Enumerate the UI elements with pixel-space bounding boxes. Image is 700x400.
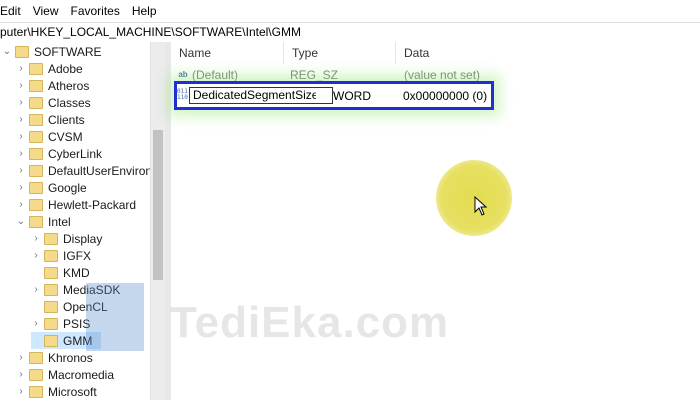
chevron-right-icon[interactable]: › (16, 182, 26, 193)
menu-edit[interactable]: Edit (0, 0, 27, 22)
tree-node-kmd[interactable]: KMD (31, 264, 90, 281)
folder-icon (29, 385, 43, 398)
tree-node-cvsm[interactable]: › CVSM (16, 128, 82, 145)
menu-favorites[interactable]: Favorites (64, 0, 125, 22)
tree-node-intel[interactable]: ⌄ Intel (16, 213, 71, 230)
chevron-right-icon[interactable]: › (31, 318, 41, 329)
chevron-right-icon[interactable]: › (16, 63, 26, 74)
chevron-right-icon[interactable]: › (31, 233, 41, 244)
watermark-text: TediEka.com (170, 298, 450, 347)
chevron-right-icon[interactable]: › (16, 352, 26, 363)
scrollbar-thumb[interactable] (153, 130, 163, 280)
folder-icon (44, 317, 58, 330)
folder-icon (29, 215, 43, 228)
folder-icon (29, 181, 43, 194)
column-header-name[interactable]: Name (171, 42, 284, 64)
chevron-down-icon[interactable]: ⌄ (2, 46, 12, 57)
folder-icon (29, 113, 43, 126)
column-header-data[interactable]: Data (396, 42, 700, 64)
folder-icon (29, 351, 43, 364)
chevron-right-icon[interactable]: › (16, 165, 26, 176)
tree-node-adobe[interactable]: › Adobe (16, 60, 82, 77)
chevron-right-icon[interactable]: › (16, 386, 26, 397)
folder-icon (44, 232, 58, 245)
chevron-down-icon[interactable]: ⌄ (16, 216, 26, 227)
folder-icon (44, 249, 58, 262)
folder-icon (44, 334, 58, 347)
rename-input-end (318, 87, 333, 104)
folder-icon (29, 147, 43, 160)
string-value-icon: ab (178, 70, 188, 79)
folder-icon (15, 45, 29, 58)
tree-node-microsoft[interactable]: › Microsoft (16, 383, 96, 400)
chevron-right-icon[interactable]: › (16, 97, 26, 108)
folder-icon (29, 62, 43, 75)
tree-node-software[interactable]: ⌄ SOFTWARE (2, 43, 102, 60)
folder-icon (29, 130, 43, 143)
tree-node-igfx[interactable]: › IGFX (31, 247, 91, 264)
chevron-right-icon[interactable]: › (16, 199, 26, 210)
chevron-right-icon[interactable]: › (16, 148, 26, 159)
value-row-dedicatedsegmentsize[interactable]: 011110 WORD 0x00000000 (0) (177, 84, 491, 107)
value-type: WORD (333, 88, 371, 103)
tree-node-atheros[interactable]: › Atheros (16, 77, 89, 94)
menu-bar: Edit View Favorites Help (0, 0, 700, 22)
chevron-right-icon[interactable]: › (16, 114, 26, 125)
chevron-right-icon[interactable]: › (16, 131, 26, 142)
folder-icon (44, 283, 58, 296)
tree-node-psis[interactable]: › PSIS (31, 315, 90, 332)
tree-scrollbar[interactable] (150, 42, 166, 400)
tree-node-clients[interactable]: › Clients (16, 111, 84, 128)
menu-help[interactable]: Help (126, 0, 163, 22)
value-data: 0x00000000 (0) (403, 88, 488, 103)
tree-node-display[interactable]: › Display (31, 230, 102, 247)
tree-node-classes[interactable]: › Classes (16, 94, 90, 111)
tree-node-hewlett-packard[interactable]: › Hewlett-Packard (16, 196, 136, 213)
folder-icon (29, 96, 43, 109)
column-headers: Name Type Data (171, 42, 700, 64)
binary-value-icon: 011 110 (177, 88, 188, 101)
folder-icon (29, 198, 43, 211)
tree-node-khronos[interactable]: › Khronos (16, 349, 92, 366)
mouse-cursor-icon (474, 196, 488, 216)
rename-input[interactable] (189, 87, 320, 104)
chevron-right-icon[interactable]: › (31, 284, 41, 295)
tree-node-macromedia[interactable]: › Macromedia (16, 366, 114, 383)
chevron-right-icon[interactable]: › (16, 369, 26, 380)
tree-node-defaultuserenvironment[interactable]: › DefaultUserEnvironm (16, 162, 150, 179)
folder-icon (29, 368, 43, 381)
tree-node-cyberlink[interactable]: › CyberLink (16, 145, 102, 162)
tree-node-google[interactable]: › Google (16, 179, 86, 196)
folder-icon (29, 79, 43, 92)
address-bar[interactable]: puter\HKEY_LOCAL_MACHINE\SOFTWARE\Intel\… (0, 22, 700, 43)
menu-view[interactable]: View (27, 0, 65, 22)
folder-icon (44, 300, 58, 313)
chevron-right-icon[interactable]: › (16, 80, 26, 91)
chevron-right-icon[interactable]: › (31, 250, 41, 261)
watermark-block (86, 283, 144, 351)
column-header-type[interactable]: Type (284, 42, 396, 64)
folder-icon (44, 266, 58, 279)
folder-icon (29, 164, 43, 177)
